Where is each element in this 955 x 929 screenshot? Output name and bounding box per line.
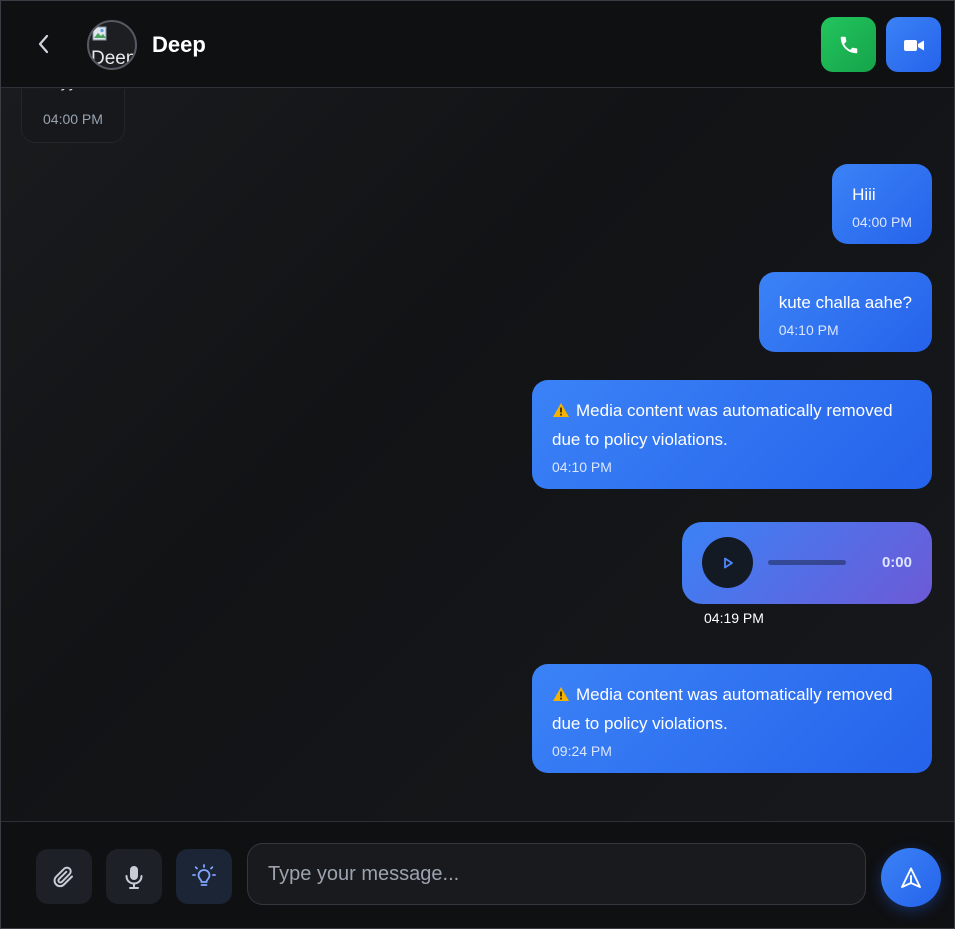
message-time: 04:00 PM — [43, 111, 103, 127]
message-body: Media content was automatically removed … — [552, 396, 912, 454]
voice-duration: 0:00 — [881, 554, 912, 571]
video-call-button[interactable] — [886, 17, 941, 72]
message-outgoing: kute challa aahe? 04:10 PM — [758, 272, 932, 352]
warning-icon — [553, 687, 569, 701]
microphone-icon — [125, 865, 143, 889]
attach-button[interactable] — [36, 849, 92, 904]
message-time: 04:10 PM — [552, 459, 612, 475]
message-outgoing: Hiii 04:00 PM — [832, 164, 932, 244]
suggestion-button[interactable] — [176, 849, 232, 904]
message-outgoing-removed: Media content was automatically removed … — [532, 664, 932, 773]
warning-icon — [553, 403, 569, 417]
message-body: Media content was automatically removed … — [552, 680, 912, 738]
message-input[interactable] — [247, 843, 866, 905]
chat-header: Deep Deep — [1, 1, 954, 88]
message-text: heyy — [43, 89, 77, 92]
message-text: Media content was automatically removed … — [552, 401, 893, 449]
message-composer — [1, 821, 954, 928]
broken-image-icon — [92, 26, 107, 41]
chat-window: Deep Deep heyy 04:00 PM Hiii 04:00 PM ku… — [0, 0, 955, 929]
message-time: 09:24 PM — [552, 743, 612, 759]
lightbulb-icon — [192, 863, 216, 886]
message-text: Hiii — [852, 185, 876, 204]
back-button[interactable] — [31, 31, 57, 57]
message-text: Media content was automatically removed … — [552, 685, 893, 733]
message-list[interactable]: heyy 04:00 PM Hiii 04:00 PM kute challa … — [1, 89, 954, 821]
contact-name: Deep — [152, 32, 206, 57]
message-incoming: heyy 04:00 PM — [21, 89, 125, 143]
send-icon — [901, 867, 921, 888]
phone-icon — [840, 36, 857, 53]
avatar[interactable]: Deep — [87, 20, 137, 70]
play-icon — [723, 557, 733, 568]
message-time: 04:10 PM — [778, 322, 839, 338]
avatar-alt-text: Deep — [91, 48, 137, 69]
paperclip-icon — [53, 866, 73, 887]
send-button[interactable] — [881, 848, 941, 907]
voice-message: 0:00 — [682, 522, 932, 604]
message-outgoing-removed: Media content was automatically removed … — [532, 380, 932, 489]
message-text: kute challa aahe? — [778, 293, 912, 312]
message-time: 04:00 PM — [852, 214, 912, 230]
voice-progress-track[interactable] — [768, 560, 846, 565]
microphone-button[interactable] — [106, 849, 162, 904]
chevron-left-icon — [38, 34, 49, 54]
message-time: 04:19 PM — [704, 610, 764, 626]
play-button[interactable] — [702, 537, 753, 588]
video-camera-icon — [903, 39, 924, 51]
voice-call-button[interactable] — [821, 17, 876, 72]
